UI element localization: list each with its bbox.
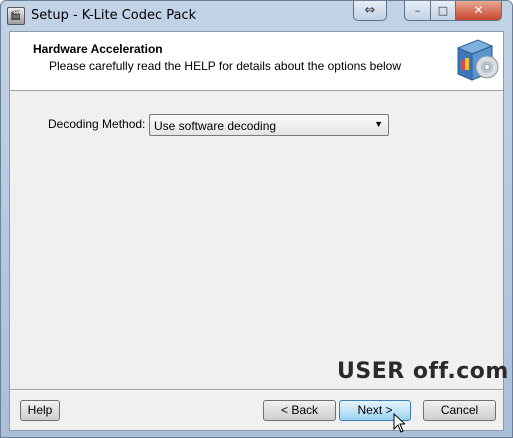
setup-window: 🎬 Setup - K-Lite Codec Pack ⇔ – □ ✕ Hard… bbox=[0, 0, 513, 438]
cancel-button[interactable]: Cancel bbox=[423, 400, 496, 421]
help-button[interactable]: Help bbox=[20, 400, 60, 421]
software-box-icon bbox=[456, 39, 499, 81]
mouse-cursor-icon bbox=[393, 413, 405, 433]
watermark: USER off.com bbox=[337, 359, 509, 384]
close-button[interactable]: ✕ bbox=[455, 1, 502, 21]
minimize-button[interactable]: – bbox=[404, 1, 431, 21]
maximize-button[interactable]: □ bbox=[430, 1, 456, 21]
footer-divider bbox=[10, 389, 503, 391]
page-title: Hardware Acceleration bbox=[33, 42, 163, 56]
title-bar[interactable]: 🎬 Setup - K-Lite Codec Pack ⇔ – □ ✕ bbox=[1, 1, 512, 31]
app-icon[interactable]: 🎬 bbox=[7, 7, 25, 25]
window-title: Setup - K-Lite Codec Pack bbox=[31, 8, 197, 23]
page-subtitle: Please carefully read the HELP for detai… bbox=[49, 59, 401, 73]
chevron-down-icon[interactable]: ▼ bbox=[374, 119, 383, 129]
decoding-method-value: Use software decoding bbox=[154, 119, 277, 133]
back-button[interactable]: < Back bbox=[263, 400, 336, 421]
decoding-method-select[interactable]: Use software decoding ▼ bbox=[149, 114, 389, 136]
wizard-page: Hardware Acceleration Please carefully r… bbox=[9, 31, 509, 431]
wizard-header: Hardware Acceleration Please carefully r… bbox=[10, 32, 503, 91]
decoding-method-label: Decoding Method: bbox=[48, 117, 146, 131]
restore-down-button[interactable]: ⇔ bbox=[353, 1, 387, 21]
